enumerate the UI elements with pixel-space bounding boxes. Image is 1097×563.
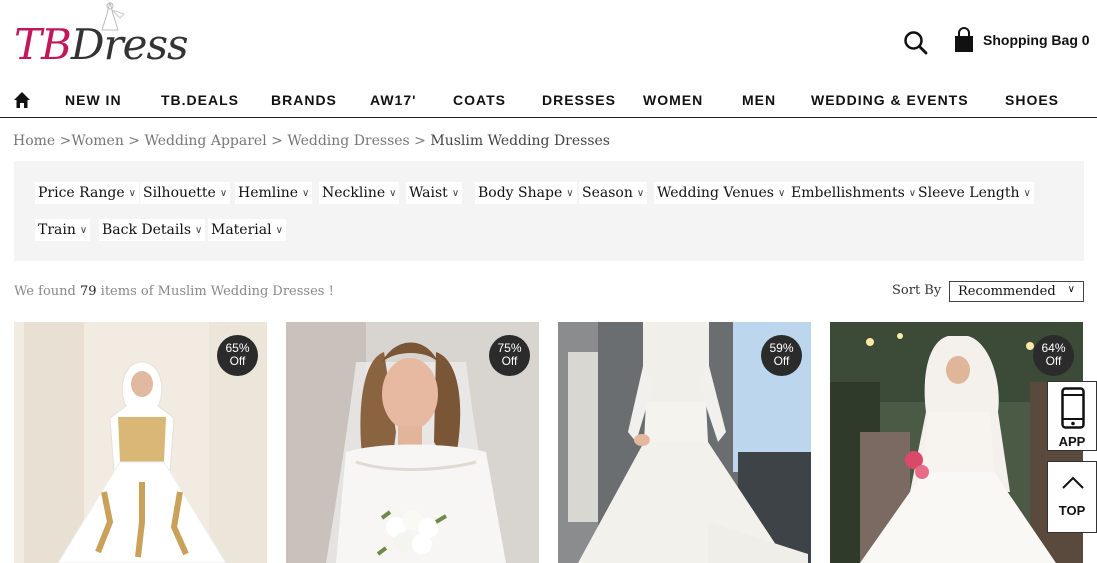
chevron-down-icon: ∨	[636, 187, 645, 199]
filter-label: Neckline	[322, 185, 386, 201]
filter-label: Waist	[409, 185, 448, 201]
breadcrumb-wedding-apparel[interactable]: Wedding Apparel	[144, 133, 266, 149]
home-icon	[14, 92, 30, 108]
nav-shoes[interactable]: SHOES	[1005, 92, 1059, 108]
sort-select[interactable]: Recommended ∨	[949, 281, 1084, 302]
filter-sleeve-length[interactable]: Sleeve Length ∨	[915, 182, 1034, 204]
chevron-down-icon: ∨	[451, 187, 460, 199]
app-download-button[interactable]: APP	[1047, 381, 1097, 451]
breadcrumb-separator: >	[55, 133, 72, 149]
discount-off: Off	[229, 354, 246, 368]
main-nav: NEW IN TB.DEALS BRANDS AW17' COATS DRESS…	[0, 82, 1097, 118]
logo-dress-text: Dress	[70, 20, 189, 69]
filter-wedding-venues[interactable]: Wedding Venues ∨	[654, 182, 789, 204]
filter-label: Back Details	[102, 222, 192, 238]
breadcrumb-women[interactable]: Women	[71, 133, 123, 149]
filter-waist[interactable]: Waist ∨	[406, 182, 463, 204]
sort-label: Sort By	[892, 283, 942, 298]
chevron-down-icon: ∨	[128, 187, 136, 199]
filter-label: Embellishments	[791, 185, 905, 201]
product-card[interactable]: 75% Off	[286, 322, 539, 563]
chevron-down-icon: ∨	[1067, 284, 1075, 295]
back-to-top-button[interactable]: TOP	[1047, 461, 1097, 533]
breadcrumb-wedding-dresses[interactable]: Wedding Dresses	[287, 133, 409, 149]
filter-price-range[interactable]: Price Range ∨	[35, 182, 139, 204]
results-summary: We found 79 items of Muslim Wedding Dres…	[14, 284, 334, 299]
filter-label: Price Range	[38, 185, 125, 201]
site-header: TBDress Shopping Bag 0	[0, 0, 1097, 80]
nav-women[interactable]: WOMEN	[643, 92, 703, 108]
filter-label: Sleeve Length	[918, 185, 1020, 201]
discount-badge: 75% Off	[489, 335, 530, 376]
breadcrumb-separator: >	[123, 133, 145, 149]
discount-off: Off	[1045, 354, 1062, 368]
nav-tb-deals[interactable]: TB.DEALS	[161, 92, 239, 108]
filter-label: Material	[211, 222, 272, 238]
discount-off: Off	[773, 354, 790, 368]
nav-coats[interactable]: COATS	[453, 92, 506, 108]
nav-wedding-events[interactable]: WEDDING & EVENTS	[811, 92, 969, 108]
filter-material[interactable]: Material ∨	[208, 219, 286, 241]
nav-aw17[interactable]: AW17'	[370, 92, 416, 108]
chevron-down-icon: ∨	[302, 187, 310, 199]
chevron-down-icon: ∨	[79, 224, 88, 236]
nav-men[interactable]: MEN	[742, 92, 776, 108]
filter-label: Wedding Venues	[657, 185, 774, 201]
filter-label: Silhouette	[143, 185, 216, 201]
shopping-bag-label: Shopping Bag 0	[983, 32, 1090, 48]
filter-body-shape[interactable]: Body Shape ∨	[475, 182, 577, 204]
chevron-down-icon: ∨	[1023, 187, 1031, 199]
site-logo[interactable]: TBDress	[14, 1, 189, 74]
shopping-bag-button[interactable]: Shopping Bag 0	[953, 27, 1090, 53]
discount-badge: 59% Off	[761, 335, 802, 376]
filter-hemline[interactable]: Hemline ∨	[235, 182, 313, 204]
filter-embellishments[interactable]: Embellishments ∨	[788, 182, 920, 204]
breadcrumb-separator: >	[266, 133, 288, 149]
discount-off: Off	[501, 354, 518, 368]
results-count: 79	[79, 284, 97, 299]
nav-brands[interactable]: BRANDS	[271, 92, 337, 108]
filter-label: Body Shape	[478, 185, 563, 201]
search-button[interactable]	[902, 29, 930, 57]
breadcrumb-current: Muslim Wedding Dresses	[430, 133, 610, 149]
chevron-down-icon: ∨	[777, 187, 786, 199]
filter-neckline[interactable]: Neckline ∨	[319, 182, 400, 204]
chevron-down-icon: ∨	[219, 187, 228, 199]
discount-badge: 64% Off	[1033, 335, 1074, 376]
filter-season[interactable]: Season ∨	[579, 182, 648, 204]
search-icon	[904, 31, 928, 55]
filter-train[interactable]: Train ∨	[35, 219, 91, 241]
nav-dresses[interactable]: DRESSES	[542, 92, 616, 108]
filter-label: Season	[582, 185, 633, 201]
filter-panel: Price Range ∨ Silhouette ∨ Hemline ∨ Neckli…	[14, 161, 1084, 261]
chevron-up-icon	[1062, 476, 1084, 489]
nav-home-button[interactable]	[13, 91, 31, 109]
chevron-down-icon: ∨	[389, 187, 397, 199]
chevron-down-icon: ∨	[566, 187, 574, 199]
filter-label: Hemline	[238, 185, 299, 201]
chevron-down-icon: ∨	[195, 224, 203, 236]
logo-tb-text: TB	[14, 20, 72, 69]
results-category: Muslim Wedding Dresses !	[157, 284, 334, 299]
chevron-down-icon: ∨	[275, 224, 283, 236]
results-prefix: We found	[14, 284, 76, 299]
filter-back-details[interactable]: Back Details ∨	[99, 219, 206, 241]
shopping-bag-icon	[955, 27, 973, 52]
breadcrumb-separator: >	[409, 133, 431, 149]
app-label: APP	[1058, 434, 1086, 449]
filter-label: Train	[38, 222, 76, 238]
top-label: TOP	[1058, 503, 1086, 518]
results-middle: items of	[100, 284, 154, 299]
mobile-phone-icon	[1061, 387, 1085, 429]
breadcrumb-home[interactable]: Home	[13, 133, 55, 149]
product-card[interactable]: 59% Off	[558, 322, 811, 563]
sort-value: Recommended	[958, 284, 1056, 299]
breadcrumb: Home >Women > Wedding Apparel > Wedding …	[13, 133, 610, 149]
nav-new-in[interactable]: NEW IN	[65, 92, 122, 108]
product-card[interactable]: 65% Off	[14, 322, 267, 563]
product-card[interactable]: 64% Off	[830, 322, 1083, 563]
discount-badge: 65% Off	[217, 335, 258, 376]
filter-silhouette[interactable]: Silhouette ∨	[140, 182, 231, 204]
